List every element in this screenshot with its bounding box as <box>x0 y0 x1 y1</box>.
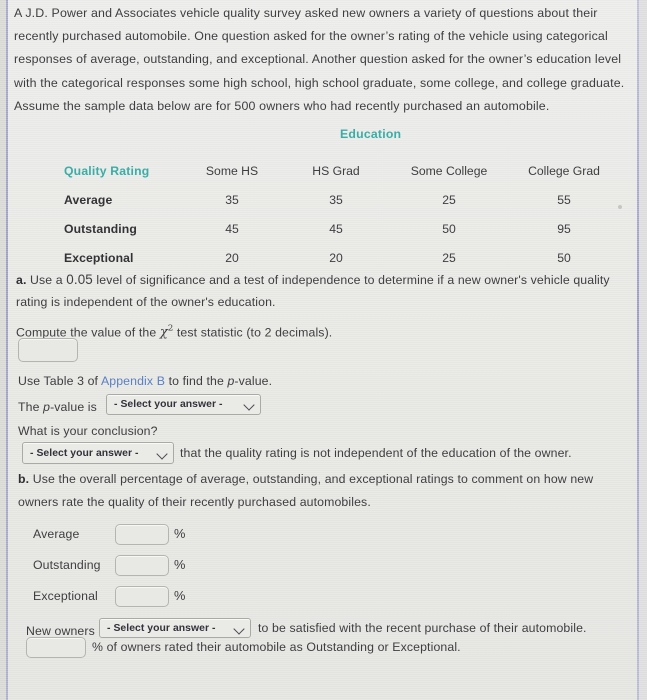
cell-average-some-college: 25 <box>442 192 456 207</box>
screen-speck <box>618 205 622 209</box>
chi-glyph: χ <box>159 325 168 341</box>
table-row: Average 35 35 25 55 <box>64 185 620 214</box>
part-b-prompt-line1: b. Use the overall percentage of average… <box>18 468 593 491</box>
intro-line-1: A J.D. Power and Associates vehicle qual… <box>14 2 647 25</box>
part-b-text-1: Use the overall percentage of average, o… <box>29 472 594 486</box>
screenshot-page: A J.D. Power and Associates vehicle qual… <box>0 0 647 700</box>
table-row: Outstanding 45 45 50 95 <box>64 214 620 243</box>
chevron-down-icon <box>244 399 255 410</box>
intro-line-3: responses of average, outstanding, and e… <box>14 48 647 71</box>
intro-line-1-text: A J.D. Power and Associates vehicle qual… <box>14 6 598 20</box>
part-a-text-1: Use a <box>26 273 67 287</box>
row-header-outstanding: Outstanding <box>64 221 137 236</box>
problem-statement: A J.D. Power and Associates vehicle qual… <box>14 2 647 118</box>
intro-line-2: recently purchased automobile. One quest… <box>14 25 647 48</box>
percent-sign-exceptional: % <box>174 588 186 603</box>
cell-outstanding-hs-grad: 45 <box>329 221 343 236</box>
table-corner-header: Quality Rating <box>64 163 150 178</box>
intro-line-4: with the categorical responses some high… <box>14 72 647 95</box>
p-value-label: The p-value is <box>18 396 97 419</box>
intro-line-3-text: responses of average, outstanding, and e… <box>14 52 622 67</box>
cell-outstanding-some-hs: 45 <box>225 221 239 236</box>
chevron-down-icon <box>157 448 168 459</box>
appendix-text-end: -value. <box>234 374 273 388</box>
final-percent-trailing-text: % of owners rated their automobile as Ou… <box>92 640 461 654</box>
percent-label-exceptional: Exceptional <box>33 589 98 603</box>
cell-outstanding-college-grad: 95 <box>557 221 571 236</box>
part-a-text-2: level of significance and a test of inde… <box>92 273 610 287</box>
chevron-down-icon <box>234 623 245 634</box>
p-value-select[interactable]: - Select your answer - <box>106 394 261 415</box>
row-header-average: Average <box>64 192 113 207</box>
column-header-some-college: Some College <box>410 163 488 178</box>
new-owners-select[interactable]: - Select your answer - <box>99 618 251 638</box>
column-header-college-grad: College Grad <box>528 163 600 178</box>
table-group-header: Education <box>340 127 402 141</box>
part-b-marker: b. <box>18 472 30 486</box>
percent-sign-average: % <box>174 526 186 541</box>
part-a-prompt: a. Use a 0.05 level of significance and … <box>16 268 647 292</box>
percent-input-exceptional[interactable] <box>115 586 169 607</box>
final-percent-input[interactable] <box>26 637 86 658</box>
cell-average-college-grad: 55 <box>557 192 571 207</box>
appendix-b-link[interactable]: Appendix B <box>101 374 165 388</box>
chi-square-test-statistic-input[interactable] <box>18 338 78 362</box>
p-value-label-before: The <box>18 400 44 414</box>
percent-label-average: Average <box>33 527 80 541</box>
conclusion-question: What is your conclusion? <box>18 424 158 438</box>
new-owners-trailing-text: to be satisfied with the recent purchase… <box>258 621 587 635</box>
percent-input-outstanding[interactable] <box>115 555 169 576</box>
part-a-prompt-line2: rating is independent of the owner's edu… <box>16 295 276 309</box>
part-b-prompt-line2: owners rate the quality of their recentl… <box>18 495 371 509</box>
p-value-label-after: -value is <box>50 400 97 414</box>
intro-line-4-text: with the categorical responses some high… <box>14 75 625 90</box>
part-a-alpha: 0.05 <box>66 272 93 287</box>
quality-education-table: Quality Rating Some HS HS Grad Some Coll… <box>64 156 620 272</box>
percent-sign-outstanding: % <box>174 557 186 572</box>
p-value-select-label: - Select your answer - <box>114 399 223 410</box>
appendix-text-before: Use Table 3 of <box>18 374 101 388</box>
cell-average-some-hs: 35 <box>225 192 239 207</box>
content-area: A J.D. Power and Associates vehicle qual… <box>0 0 647 700</box>
appendix-text-after: to find the <box>165 374 228 388</box>
compute-text-after: test statistic (to 2 decimals). <box>173 325 333 340</box>
conclusion-select[interactable]: - Select your answer - <box>22 442 174 464</box>
cell-outstanding-some-college: 50 <box>442 221 456 236</box>
new-owners-select-label: - Select your answer - <box>107 622 216 634</box>
column-header-some-hs: Some HS <box>205 163 259 178</box>
intro-line-5-text: Assume the sample data below are for 500… <box>14 98 550 113</box>
cell-average-hs-grad: 35 <box>329 192 343 207</box>
column-header-hs-grad: HS Grad <box>312 163 360 178</box>
chi-square-symbol: χ2 <box>159 324 174 341</box>
percent-input-average[interactable] <box>115 524 169 545</box>
conclusion-trailing-text: that the quality rating is not independe… <box>180 446 572 460</box>
appendix-instruction: Use Table 3 of Appendix B to find the p-… <box>18 370 272 393</box>
percent-label-outstanding: Outstanding <box>33 558 101 572</box>
intro-line-5: Assume the sample data below are for 500… <box>14 95 647 118</box>
intro-line-2-text: recently purchased automobile. One quest… <box>14 29 608 44</box>
part-a-marker: a. <box>16 273 27 287</box>
conclusion-select-label: - Select your answer - <box>30 447 139 459</box>
table-header-row: Quality Rating Some HS HS Grad Some Coll… <box>64 156 620 185</box>
